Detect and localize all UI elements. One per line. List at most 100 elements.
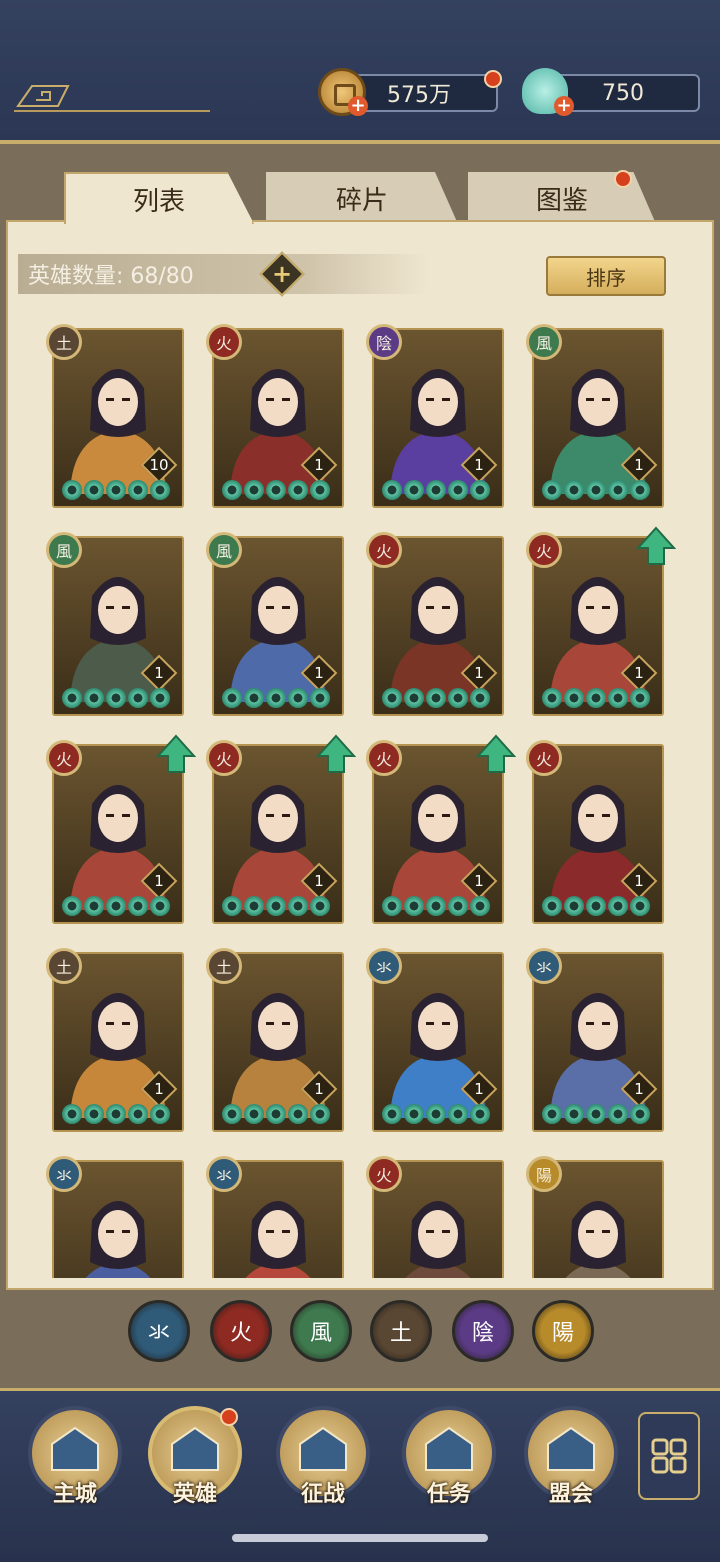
home-indicator [232,1534,488,1542]
jade-star-icon [630,1104,650,1124]
hero-card[interactable]: 火 [366,1156,504,1278]
hero-card[interactable]: 氺 [46,1156,184,1278]
jade-star-icon [586,896,606,916]
fire-element-icon: 火 [206,324,242,360]
element-filter-row: 氺火風土陰陽 [0,1300,720,1366]
star-rating [62,896,170,918]
star-rating [222,688,330,710]
hero-portrait [222,1176,334,1278]
earth-element-icon: 土 [46,324,82,360]
jade-star-icon [150,688,170,708]
hero-card[interactable]: 火1 [366,532,504,716]
nav-label: 英雄 [172,1482,217,1507]
fire-element-icon: 火 [366,532,402,568]
hero-portrait [542,1176,654,1278]
hero-level: 1 [634,872,644,890]
hero-card[interactable]: 火1 [526,526,677,716]
jade-star-icon [448,896,468,916]
codex-notification-dot [614,170,632,188]
tab-fragments[interactable]: 碎片 [266,172,458,224]
star-rating [222,480,330,502]
jade-star-icon [128,896,148,916]
jade-star-icon [426,896,446,916]
hero-level: 1 [634,1080,644,1098]
wind-element-icon: 風 [206,532,242,568]
jade-star-icon [244,896,264,916]
jade-star-icon [310,1104,330,1124]
filter-yang-button[interactable]: 陽 [532,1300,594,1362]
add-jade-icon[interactable]: + [554,96,574,116]
hero-card[interactable]: 氺 [206,1156,344,1278]
jade-star-icon [244,1104,264,1124]
jade-star-icon [106,480,126,500]
menu-flower-icon[interactable] [638,1412,700,1500]
hero-level: 1 [154,872,164,890]
hero-level: 1 [154,664,164,682]
fire-element-icon: 火 [526,740,562,776]
filter-earth-button[interactable]: 土 [370,1300,432,1362]
fire-element-icon: 火 [46,740,82,776]
jade-star-icon [244,480,264,500]
hero-card[interactable]: 氺1 [366,948,504,1132]
jade-star-icon [382,896,402,916]
hero-card[interactable]: 火1 [366,734,517,924]
star-rating [62,1104,170,1126]
tab-list[interactable]: 列表 [64,172,254,224]
hero-level: 10 [149,456,169,474]
hero-card[interactable]: 風1 [526,324,664,508]
hero-level: 1 [314,456,324,474]
hero-card[interactable]: 火1 [206,324,344,508]
hero-level: 1 [314,872,324,890]
hero-level: 1 [474,872,484,890]
nav-label: 任务 [426,1482,471,1507]
jade-star-icon [382,480,402,500]
hero-card[interactable]: 火1 [206,734,357,924]
jade-star-icon [128,688,148,708]
hero-card[interactable]: 土1 [46,948,184,1132]
jade-star-icon [608,480,628,500]
jade-star-icon [608,1104,628,1124]
star-rating [222,1104,330,1126]
nav-label: 主城 [52,1482,97,1507]
filter-water-button[interactable]: 氺 [128,1300,190,1362]
hero-card[interactable]: 土 10 [46,324,184,508]
nav-label: 征战 [300,1482,345,1507]
jade-star-icon [310,480,330,500]
water-element-icon: 氺 [366,948,402,984]
jade-star-icon [470,896,490,916]
jade-star-icon [404,480,424,500]
water-element-icon: 氺 [46,1156,82,1192]
hero-card[interactable]: 陽 [526,1156,664,1278]
hero-card[interactable]: 土1 [206,948,344,1132]
jade-star-icon [564,688,584,708]
hero-card[interactable]: 氺1 [526,948,664,1132]
hero-card[interactable]: 火1 [46,734,197,924]
filter-yin-button[interactable]: 陰 [452,1300,514,1362]
sort-button[interactable]: 排序 [546,256,666,296]
filter-fire-button[interactable]: 火 [210,1300,272,1362]
hero-card[interactable]: 風1 [46,532,184,716]
filter-wind-button[interactable]: 風 [290,1300,352,1362]
jade-star-icon [608,896,628,916]
jade-star-icon [382,1104,402,1124]
hero-card[interactable]: 風1 [206,532,344,716]
jade-star-icon [310,688,330,708]
hero-level: 1 [634,456,644,474]
add-coins-icon[interactable]: + [348,96,368,116]
hero-card[interactable]: 陰1 [366,324,504,508]
jade-star-icon [62,480,82,500]
nav-label: 盟会 [548,1482,593,1507]
fire-element-icon: 火 [206,740,242,776]
upgrade-arrow-icon [475,734,517,774]
hero-card[interactable]: 火1 [526,740,664,924]
wind-element-icon: 風 [46,532,82,568]
star-rating [382,1104,490,1126]
jade-star-icon [128,480,148,500]
fire-element-icon: 火 [526,532,562,568]
jade-star-icon [84,896,104,916]
fire-element-icon: 火 [366,1156,402,1192]
jade-star-icon [404,1104,424,1124]
jade-star-icon [426,688,446,708]
jade-star-icon [564,480,584,500]
jade-star-icon [542,480,562,500]
